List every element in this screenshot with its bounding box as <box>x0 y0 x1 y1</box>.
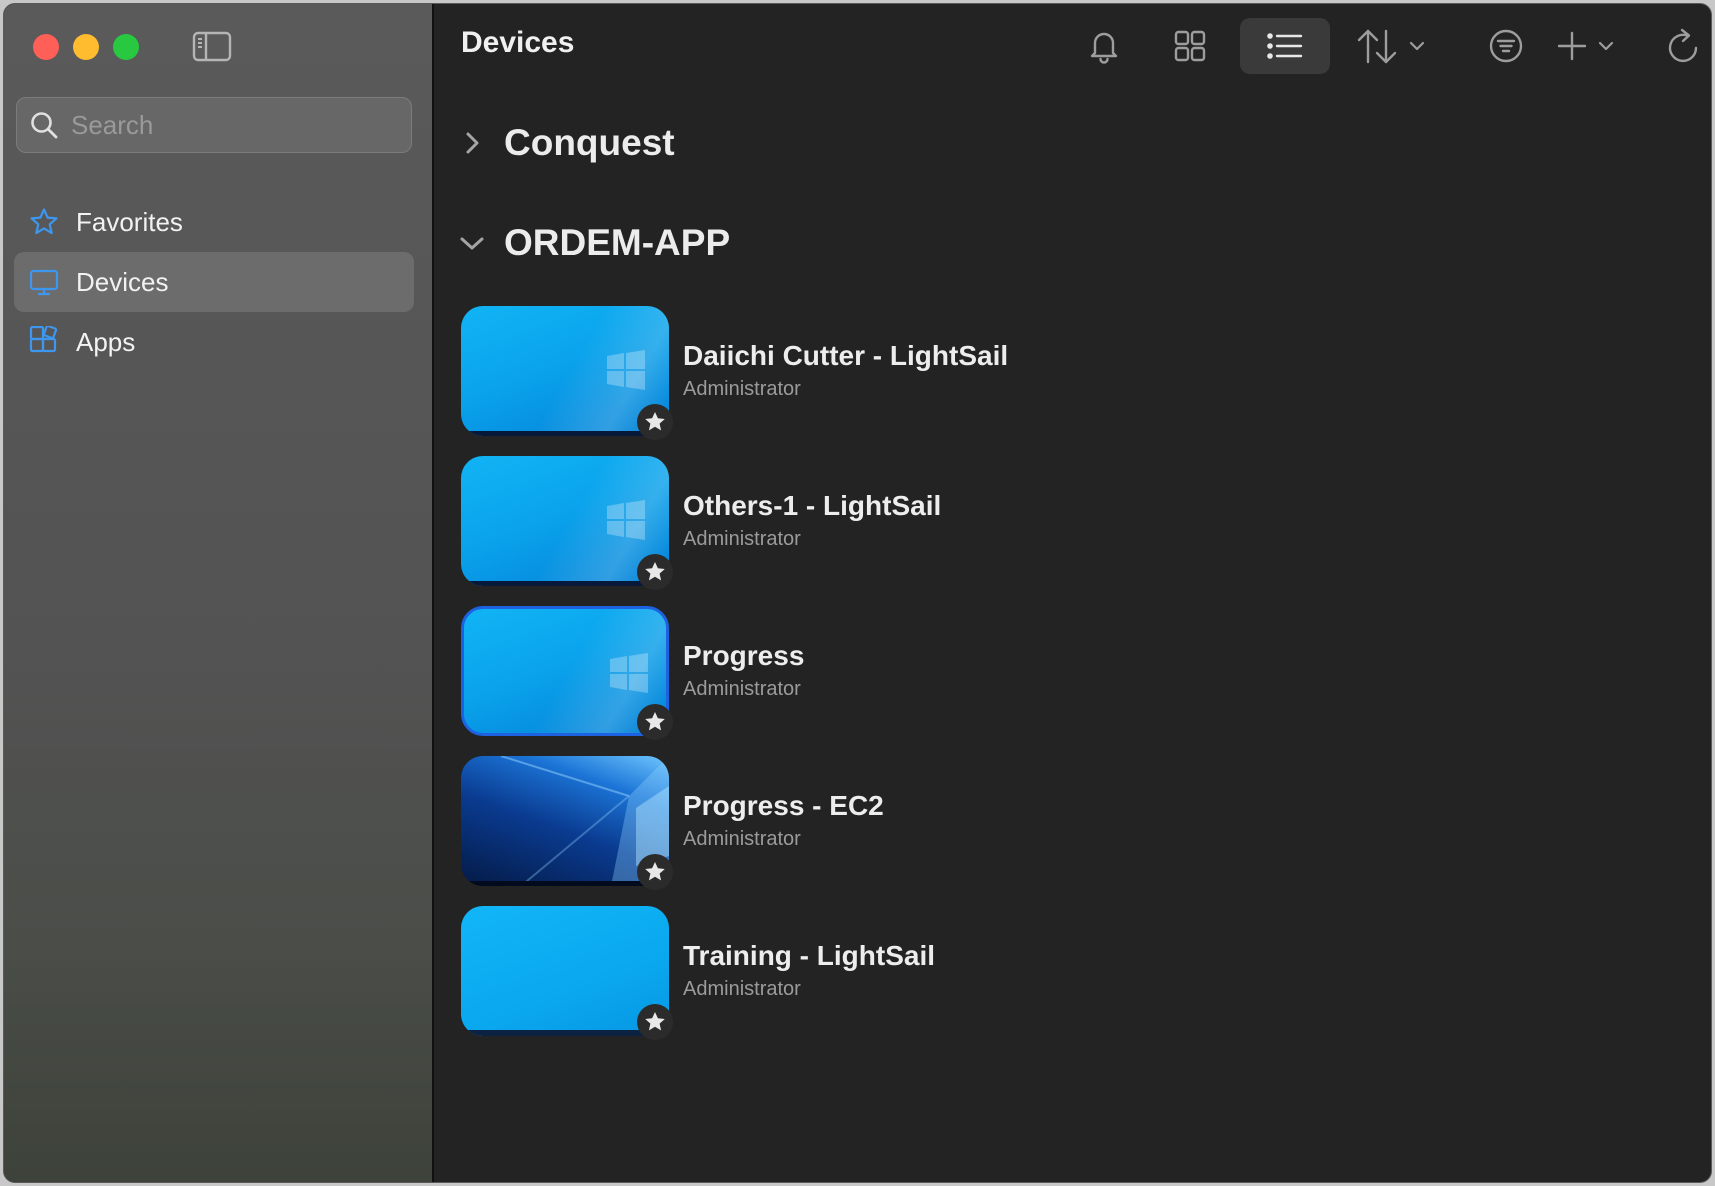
group-header-conquest[interactable]: Conquest <box>458 122 675 164</box>
device-role: Administrator <box>683 978 801 1000</box>
device-name: Training - LightSail <box>683 940 935 971</box>
notifications-button[interactable] <box>1076 18 1132 74</box>
list-view-icon <box>1267 33 1303 59</box>
filter-button[interactable] <box>1478 18 1534 74</box>
device-name: Daiichi Cutter - LightSail <box>683 340 1009 371</box>
device-role: Administrator <box>683 828 801 850</box>
windows-logo-icon <box>610 653 648 693</box>
sidebar: Favorites Devices Apps <box>4 4 434 1182</box>
grid-view-button[interactable] <box>1162 18 1218 74</box>
search-field[interactable] <box>16 97 412 153</box>
star-filled-icon <box>645 1012 665 1031</box>
traffic-lights <box>33 34 139 60</box>
star-filled-icon <box>645 712 665 731</box>
search-icon <box>31 112 58 139</box>
bell-icon <box>1090 32 1118 64</box>
device-name: Progress <box>683 640 805 671</box>
monitor-icon <box>29 269 59 296</box>
sidebar-item-devices[interactable]: Devices <box>14 252 414 312</box>
sidebar-toggle-icon <box>192 31 232 62</box>
close-window-button[interactable] <box>33 34 59 60</box>
zoom-window-button[interactable] <box>113 34 139 60</box>
app-window: Favorites Devices Apps Devices <box>3 3 1712 1183</box>
refresh-icon <box>1668 28 1698 63</box>
sidebar-item-label: Apps <box>76 326 136 357</box>
device-item[interactable]: Progress - EC2 Administrator <box>461 756 1161 890</box>
page-title: Devices <box>461 26 575 59</box>
device-role: Administrator <box>683 378 801 400</box>
favorite-toggle[interactable] <box>637 404 673 440</box>
search-input[interactable] <box>71 109 391 141</box>
device-item[interactable]: Progress Administrator <box>461 606 1161 740</box>
device-name: Others-1 - LightSail <box>683 490 942 521</box>
minimize-window-button[interactable] <box>73 34 99 60</box>
grid-view-icon <box>1174 30 1206 62</box>
sidebar-item-label: Devices <box>76 266 169 297</box>
device-item[interactable]: Daiichi Cutter - LightSail Administrator <box>461 306 1161 440</box>
sidebar-toggle-button[interactable] <box>190 28 234 64</box>
apps-icon <box>29 326 58 353</box>
star-icon <box>30 208 58 235</box>
favorite-toggle[interactable] <box>637 854 673 890</box>
windows-logo-icon <box>607 500 645 540</box>
group-label: ORDEM-APP <box>504 222 731 263</box>
main-content: Devices Conquest ORDEM-APP Daiichi Cutte… <box>436 4 1711 1182</box>
device-item[interactable]: Training - LightSail Administrator <box>461 906 1161 1040</box>
favorite-toggle[interactable] <box>637 1004 673 1040</box>
sidebar-item-favorites[interactable]: Favorites <box>14 192 414 252</box>
add-icon <box>1557 31 1614 61</box>
add-menu-button[interactable] <box>1554 18 1626 74</box>
star-filled-icon <box>645 862 665 881</box>
favorite-toggle[interactable] <box>637 704 673 740</box>
device-role: Administrator <box>683 678 801 700</box>
sidebar-item-label: Favorites <box>76 206 183 237</box>
sidebar-item-apps[interactable]: Apps <box>14 312 414 372</box>
refresh-button[interactable] <box>1658 18 1708 74</box>
chevron-down-icon <box>460 237 484 250</box>
favorite-toggle[interactable] <box>637 554 673 590</box>
filter-icon <box>1489 29 1523 63</box>
device-name: Progress - EC2 <box>683 790 884 821</box>
sort-icon <box>1357 29 1425 64</box>
star-filled-icon <box>645 562 665 581</box>
chevron-right-icon <box>466 132 479 154</box>
windows-logo-icon <box>607 350 645 390</box>
group-header-ordem-app[interactable]: ORDEM-APP <box>458 222 730 264</box>
device-item[interactable]: Others-1 - LightSail Administrator <box>461 456 1161 590</box>
list-view-button[interactable] <box>1240 18 1330 74</box>
device-role: Administrator <box>683 528 801 550</box>
group-label: Conquest <box>504 122 675 163</box>
sort-menu-button[interactable] <box>1356 18 1436 74</box>
star-filled-icon <box>645 412 665 431</box>
